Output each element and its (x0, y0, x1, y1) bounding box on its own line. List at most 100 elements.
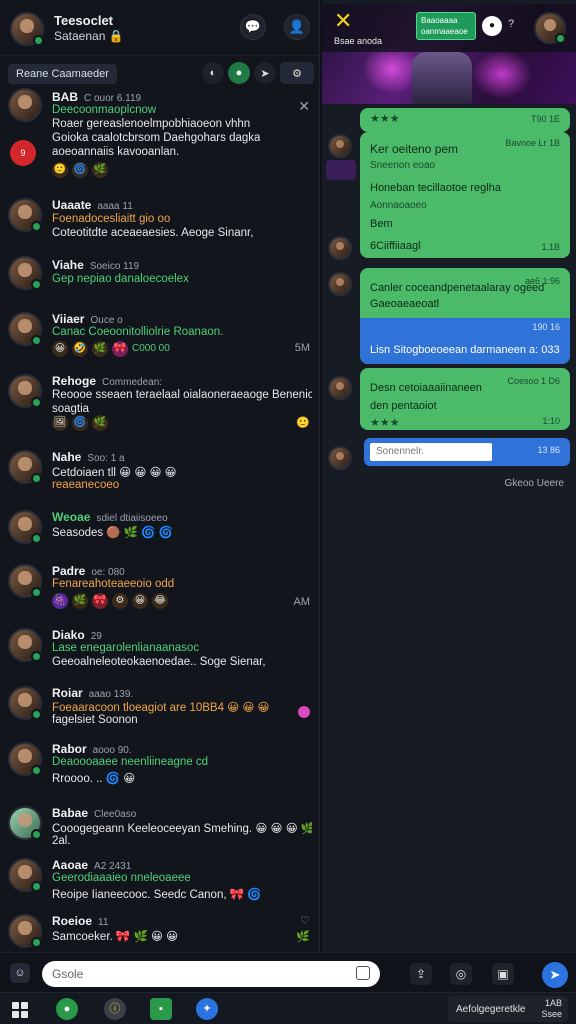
message-text: Canac Coeoonitolliolrie Roanaon. (52, 326, 224, 338)
upload-icon[interactable]: ⇪ (410, 963, 432, 985)
message-item[interactable]: BAB C ouor 6.119 Deecoonmaoplcnow Roaer g… (0, 88, 319, 180)
message-item[interactable]: Aaoae A2 2431 Geerodiaaaieo nneleoaeee Re… (0, 856, 319, 908)
sender-avatar (8, 256, 42, 290)
app-icon-star[interactable]: ✦ (196, 998, 218, 1020)
heart-icon[interactable]: ♡ (300, 914, 310, 927)
sender-avatar (328, 236, 352, 260)
settings-icon[interactable]: ⚙ (280, 62, 314, 84)
message-text: aoeoannaiis kavooanlan. (52, 146, 180, 158)
close-icon[interactable]: ✕ (298, 98, 310, 115)
message-item[interactable]: Weoae sdiel dtiaiisoeeo Seasodes 🟤 🌿 🌀 🌀 (0, 508, 319, 548)
sender-name: Diako 29 (52, 628, 102, 642)
composer-bar: ☺ Gsole ⇪ ◎ ▣ ➤ (0, 952, 576, 992)
message-item[interactable]: Diako 29 Lase enegarolenlianaanasoc Geeoa… (0, 626, 319, 676)
message-item[interactable]: Viahe Soeico 119 Gep nepiao danaloecoelex (0, 256, 319, 296)
message-text: Samcoeker. 🎀 🌿 😀 😀 (52, 931, 179, 943)
app-window: Teesoclet Sataenan 🔒 💬 👤 Reane Caamaeder… (0, 0, 576, 1024)
user-avatar[interactable] (10, 12, 44, 46)
reactions[interactable]: 🍇 🌿 🎀 ⚙ 😀 😂 (52, 593, 168, 609)
message-text: Lase enegarolenlianaanasoc (52, 642, 200, 654)
message-bubble[interactable]: Canler coceandpenetaalaray ogeed ae6 1:9… (360, 268, 570, 364)
message-text: fagelsiet Soonon (52, 714, 138, 726)
online-status-icon (33, 35, 44, 46)
sender-avatar (8, 858, 42, 892)
message-text: Deaoooaaee neenliineagne cd (52, 756, 209, 768)
filter-pill[interactable]: Reane Caamaeder (8, 64, 117, 84)
sender-name: Uaaate aaaa 11 (52, 198, 133, 212)
sender-name: Aaoae A2 2431 (52, 858, 132, 872)
contact-avatar[interactable] (534, 12, 566, 44)
message-text: Cetdoiaen tll 😀 😀 😀 😀 (52, 467, 177, 479)
left-header: Teesoclet Sataenan 🔒 💬 👤 (0, 0, 319, 56)
message-item[interactable]: Rehoge Commedean: Reoooe sseaen teraelaal… (0, 372, 319, 432)
message-item[interactable]: Uaaate aaaa 11 Foenadocesliaitt gio oo Co… (0, 196, 319, 246)
left-panel: Teesoclet Sataenan 🔒 💬 👤 Reane Caamaeder… (0, 0, 320, 952)
emoji-icon[interactable]: 🙂 (296, 416, 310, 429)
reactions[interactable]: 🙂 🌀 🌿 (52, 162, 108, 178)
reply-bubble[interactable]: Sonennelr. 13 86 (364, 438, 570, 466)
message-item[interactable]: Nahe Soo: 1 a Cetdoiaen tll 😀 😀 😀 😀 reaea… (0, 448, 319, 494)
message-bubble[interactable]: ★★★ T90 1E (360, 108, 570, 132)
left-toolbar: Reane Caamaeder ◐ ● ➤ ⚙ (0, 60, 319, 88)
message-text: Reoooe sseaen teraelaal oialaoneraeaoge … (52, 389, 312, 401)
sender-avatar (328, 134, 352, 158)
message-text: reaeanecoeo (52, 479, 120, 491)
sender-avatar (328, 272, 352, 296)
reactions[interactable]: 😀 🤣 🌿 🎀 C000 00 (52, 341, 170, 357)
forward-icon[interactable]: ➤ (254, 62, 276, 84)
message-text: 2al. (52, 835, 71, 847)
message-item[interactable]: Viiaer Ouce o Canac Coeoonitolliolrie Roa… (0, 310, 319, 360)
mode-icon[interactable]: ◐ (202, 62, 224, 84)
reply-input[interactable]: Sonennelr. (370, 443, 492, 461)
taskbar: ● ⓘ ▪ ✦ Aefolgegeretkle 1AB Ssee (0, 992, 576, 1024)
message-text: Geeoalneleoteokaenoedae.. Soge Sienar, (52, 656, 266, 668)
message-item[interactable]: Roiar aaao 139. Foeaaracoon tloeagiot are… (0, 684, 319, 734)
message-item[interactable]: Roeioe 11 Samcoeker. 🎀 🌿 😀 😀 ♡ 🌿 (0, 912, 319, 952)
message-text: Fenareahoteaeeoio odd (52, 578, 175, 590)
tray-clock: 1AB Ssee (541, 998, 562, 1019)
sticker-icon[interactable]: ◎ (450, 963, 472, 985)
close-icon[interactable]: ✕ (334, 8, 352, 34)
send-icon[interactable]: ➤ (542, 962, 568, 988)
status-icon[interactable]: ● (228, 62, 250, 84)
message-item[interactable]: Padre oe: 080 Fenareahoteaeeoio odd 🍇 🌿 🎀 ⚙ 😀… (0, 562, 319, 614)
sender-avatar (8, 312, 42, 346)
sender-avatar (8, 628, 42, 662)
thumbnail-icon (326, 160, 356, 180)
message-text: Geerodiaaaieo nneleoaeee (52, 872, 191, 884)
app-icon-chat[interactable]: ▪ (150, 998, 172, 1020)
message-text: Rroooo. .. 🌀 😀 (52, 773, 136, 785)
message-text: Foeaaracoon tloeagiot are 10BB4 😀 😀 😀 (52, 702, 270, 714)
message-input[interactable]: Gsole (42, 961, 380, 987)
banner-badge[interactable]: Baaoaaaa oanmaaeaoe (416, 12, 476, 40)
banner-header: ✕ Bsae anoda Baaoaaaa oanmaaeaoe ● ? (322, 4, 576, 52)
message-bubble[interactable]: Desn cetoiaaaiinaneen den pentaoiot Coes… (360, 368, 570, 430)
lock-icon: 🔒 (108, 29, 124, 43)
message-item[interactable]: Rabor aooo 90. Deaoooaaee neenliineagne c… (0, 740, 319, 790)
sender-avatar (8, 914, 42, 948)
image-icon[interactable]: ▣ (492, 963, 514, 985)
message-text: Foenadocesliaitt gio oo (52, 213, 171, 225)
app-icon-info[interactable]: ⓘ (104, 998, 126, 1020)
emoji-icon[interactable]: ☺ (10, 963, 30, 983)
message-text: Reoipe Iianeecooc. Seedc Canon, 🎀 🌀 (52, 889, 262, 901)
system-tray[interactable]: Aefolgegeretkle 1AB Ssee (448, 996, 568, 1022)
sender-name: Roiar aaao 139. (52, 686, 134, 700)
sender-avatar (8, 510, 42, 544)
start-menu-icon[interactable] (12, 1002, 28, 1018)
camera-icon[interactable]: ● (482, 16, 502, 36)
reactions[interactable]: 🖼 🌀 🌿 (52, 415, 108, 431)
conversation-footer: Gkeoo Ueere (504, 478, 564, 489)
attach-icon[interactable] (356, 966, 370, 980)
react-icon[interactable]: 🌿 (296, 930, 310, 943)
profile-icon[interactable]: 👤 (284, 14, 310, 40)
message-text: Roaer gereaslenoelmpobhiaoeon vhhn (52, 118, 251, 130)
sender-name: Nahe Soo: 1 a (52, 450, 125, 464)
message-bubble[interactable]: Ker oeiteno pem Bavnoe Lr 1B Sneenon eoa… (360, 132, 570, 258)
help-icon[interactable]: ? (508, 18, 514, 30)
chat-icon[interactable]: 💬 (240, 14, 266, 40)
app-icon-green[interactable]: ● (56, 998, 78, 1020)
message-item[interactable]: Babae Clee0aso Cooogegeann Keeleoceeyan S… (0, 804, 319, 854)
sender-name: Padre oe: 080 (52, 564, 125, 578)
message-text: Coteotitdte aceaeaesies. Aeoge Sinanr, (52, 227, 254, 239)
